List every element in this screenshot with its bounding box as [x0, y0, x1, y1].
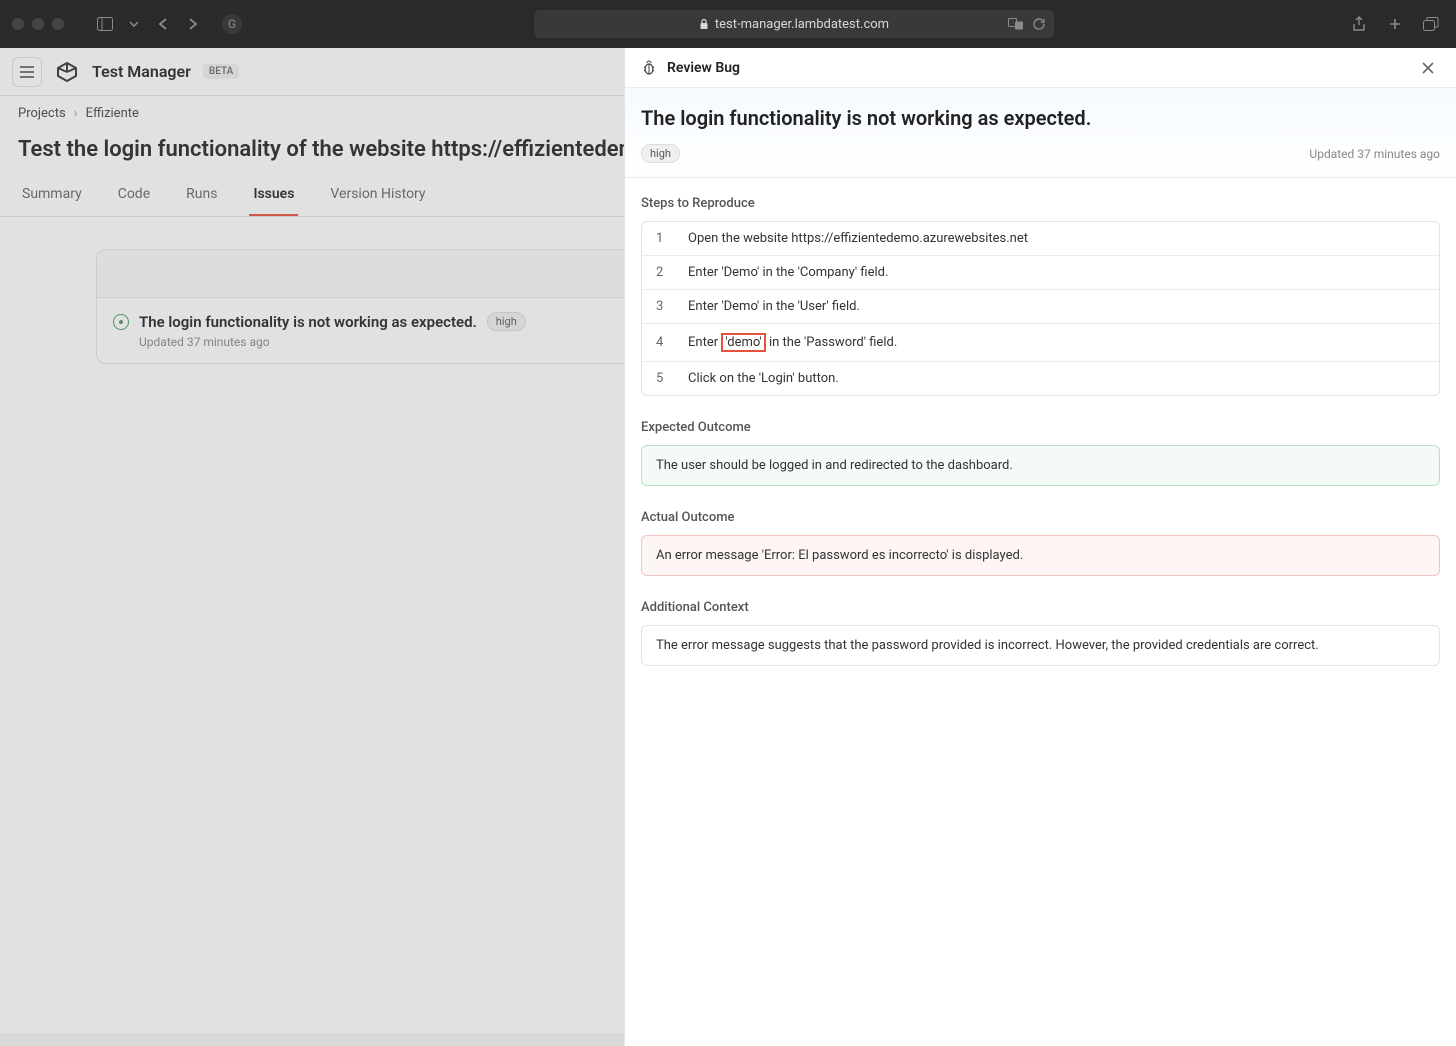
step-text: Click on the 'Login' button. [688, 371, 839, 386]
breadcrumb-current[interactable]: Effiziente [86, 106, 139, 121]
expected-outcome: The user should be logged in and redirec… [641, 445, 1440, 486]
additional-context: The error message suggests that the pass… [641, 625, 1440, 666]
back-icon[interactable] [150, 11, 176, 37]
breadcrumb-root[interactable]: Projects [18, 106, 66, 121]
panel-body: Steps to Reproduce 1 Open the website ht… [625, 178, 1456, 1046]
new-tab-icon[interactable] [1382, 11, 1408, 37]
bug-icon [641, 60, 657, 76]
translate-icon[interactable] [1008, 17, 1024, 31]
tab-runs[interactable]: Runs [182, 176, 221, 216]
tabs-icon[interactable] [1418, 11, 1444, 37]
step-num: 3 [656, 299, 670, 314]
share-icon[interactable] [1346, 11, 1372, 37]
panel-header-title: Review Bug [667, 60, 1406, 76]
step-row: 4 Enter 'demo' in the 'Password' field. [642, 324, 1439, 362]
traffic-lights [12, 18, 64, 30]
steps-label: Steps to Reproduce [641, 196, 1440, 211]
chevron-down-icon[interactable] [126, 11, 142, 37]
step-text: Enter 'Demo' in the 'User' field. [688, 299, 860, 314]
panel-updated: Updated 37 minutes ago [1309, 147, 1440, 161]
lock-icon [699, 18, 709, 30]
step-num: 4 [656, 335, 670, 350]
step-num: 2 [656, 265, 670, 280]
step-text: Open the website https://effizientedemo.… [688, 231, 1028, 246]
chevron-right-icon: › [74, 106, 78, 121]
step-num: 5 [656, 371, 670, 386]
tab-code[interactable]: Code [114, 176, 154, 216]
highlight-box: 'demo' [721, 333, 765, 352]
step-text: Enter 'Demo' in the 'Company' field. [688, 265, 888, 280]
actual-outcome: An error message 'Error: El password es … [641, 535, 1440, 576]
sidebar-toggle-icon[interactable] [92, 11, 118, 37]
logo-icon [54, 59, 80, 85]
traffic-min-icon[interactable] [32, 18, 44, 30]
url-bar[interactable]: test-manager.lambdatest.com [534, 10, 1054, 38]
browser-chrome: G test-manager.lambdatest.com [0, 0, 1456, 48]
close-icon [1421, 61, 1435, 75]
additional-label: Additional Context [641, 600, 1440, 615]
status-open-icon [113, 314, 129, 330]
panel-title-section: The login functionality is not working a… [625, 88, 1456, 178]
close-button[interactable] [1416, 56, 1440, 80]
actual-label: Actual Outcome [641, 510, 1440, 525]
step-row: 1 Open the website https://effizientedem… [642, 222, 1439, 256]
priority-badge: high [487, 312, 526, 331]
traffic-close-icon[interactable] [12, 18, 24, 30]
steps-table: 1 Open the website https://effizientedem… [641, 221, 1440, 396]
issue-title: The login functionality is not working a… [139, 313, 477, 331]
step-text: Enter 'demo' in the 'Password' field. [688, 333, 897, 352]
expected-label: Expected Outcome [641, 420, 1440, 435]
tab-version-history[interactable]: Version History [326, 176, 429, 216]
beta-badge: BETA [203, 64, 239, 79]
reload-icon[interactable] [1032, 17, 1046, 31]
bug-title: The login functionality is not working a… [641, 106, 1440, 130]
review-bug-panel: Review Bug The login functionality is no… [624, 48, 1456, 1046]
step-row: 3 Enter 'Demo' in the 'User' field. [642, 290, 1439, 324]
panel-header: Review Bug [625, 48, 1456, 88]
step-num: 1 [656, 231, 670, 246]
menu-button[interactable] [12, 57, 42, 87]
tab-issues[interactable]: Issues [249, 176, 298, 216]
traffic-max-icon[interactable] [52, 18, 64, 30]
step-row: 2 Enter 'Demo' in the 'Company' field. [642, 256, 1439, 290]
priority-badge: high [641, 144, 680, 163]
app-title: Test Manager [92, 62, 191, 81]
grammarly-icon[interactable]: G [222, 14, 242, 34]
forward-icon[interactable] [180, 11, 206, 37]
step-row: 5 Click on the 'Login' button. [642, 362, 1439, 395]
url-text: test-manager.lambdatest.com [715, 17, 889, 32]
tab-summary[interactable]: Summary [18, 176, 86, 216]
